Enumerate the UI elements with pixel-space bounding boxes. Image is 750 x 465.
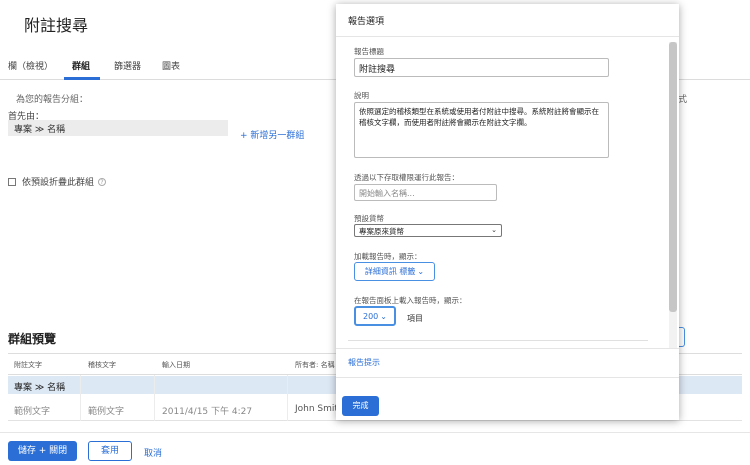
collapse-label: 依預設折疊此群組 (22, 178, 95, 188)
items-label: 項目 (407, 314, 423, 323)
divider (348, 340, 648, 341)
report-tips-link[interactable]: 報告提示 (348, 357, 380, 368)
group-row-label: 專案 ≫ 名稱 (14, 383, 66, 393)
column-divider (80, 375, 81, 421)
cancel-link[interactable]: 取消 (144, 446, 162, 459)
currency-label: 預設貨幣 (354, 214, 384, 223)
load-view-value: 詳細資訊 標籤 (364, 267, 416, 276)
load-view-dropdown[interactable]: 詳細資訊 標籤 ⌄ (354, 262, 435, 281)
collapse-checkbox[interactable] (8, 177, 16, 186)
table-cell: 2011/4/15 下午 4:27 (162, 407, 253, 417)
column-header: 稽核文字 (88, 361, 116, 369)
group-section-label: 為您的報告分組： (16, 95, 89, 105)
column-header: 附註文字 (14, 361, 42, 369)
tab-filters[interactable]: 篩選器 (114, 59, 141, 72)
collapse-group-option: 依預設折疊此群組 ? (8, 175, 107, 188)
description-textarea[interactable]: 依照選定的稽核類型在系統或使用者付附註中搜尋。系統附註將會顯示在稽核文字欄，而使… (354, 102, 609, 158)
column-divider (287, 375, 288, 421)
add-group-link[interactable]: + 新增另一群組 (240, 128, 304, 141)
page-title: 附註搜尋 (24, 16, 89, 35)
items-count-dropdown[interactable]: 200 ⌄ (354, 306, 396, 326)
report-options-modal: 報告選項 報告標題 附註搜尋 說明 依照選定的稽核類型在系統或使用者付附註中搜尋… (336, 4, 679, 420)
tab-columns[interactable]: 欄（檢視） (8, 59, 53, 72)
apply-button[interactable]: 套用 (88, 441, 132, 461)
help-icon[interactable]: ? (98, 177, 107, 186)
report-title-label: 報告標題 (354, 47, 384, 56)
currency-value: 專案原來貨幣 (359, 227, 404, 236)
save-close-button[interactable]: 儲存 + 關閉 (8, 441, 77, 461)
access-label: 透過以下存取權限運行此報告： (354, 173, 459, 182)
divider (336, 36, 679, 37)
currency-select[interactable]: 專案原來貨幣 ⌄ (354, 224, 502, 237)
dashboard-label: 在報告面板上載入報告時，顯示： (354, 296, 467, 305)
items-count-value: 200 (363, 311, 379, 321)
load-label: 加載報告時，顯示： (354, 252, 422, 261)
modal-title: 報告選項 (348, 17, 385, 27)
column-header: 所有者: 名稱 (295, 361, 335, 369)
divider (336, 377, 679, 378)
column-header: 輸入日期 (162, 361, 190, 369)
report-title-input[interactable]: 附註搜尋 (354, 58, 609, 77)
column-divider (154, 375, 155, 421)
chevron-down-icon: ⌄ (417, 267, 425, 276)
table-cell: 範例文字 (14, 407, 51, 417)
group-preview-title: 群組預覽 (8, 332, 57, 346)
tab-groups[interactable]: 群組 (72, 59, 90, 72)
chevron-down-icon: ⌄ (491, 226, 497, 234)
divider (336, 348, 679, 349)
done-button[interactable]: 完成 (342, 396, 379, 416)
group-field[interactable]: 專案 ≫ 名稱 (8, 120, 228, 136)
chevron-down-icon: ⌄ (380, 311, 387, 321)
scrollbar-thumb[interactable] (669, 42, 677, 312)
table-cell: 範例文字 (88, 407, 125, 417)
access-input[interactable]: 開始輸入名稱... (354, 184, 497, 201)
clipped-text: 式 (678, 95, 688, 105)
tab-charts[interactable]: 圖表 (162, 59, 180, 72)
active-tab-indicator (64, 77, 100, 80)
description-label: 說明 (354, 91, 369, 100)
